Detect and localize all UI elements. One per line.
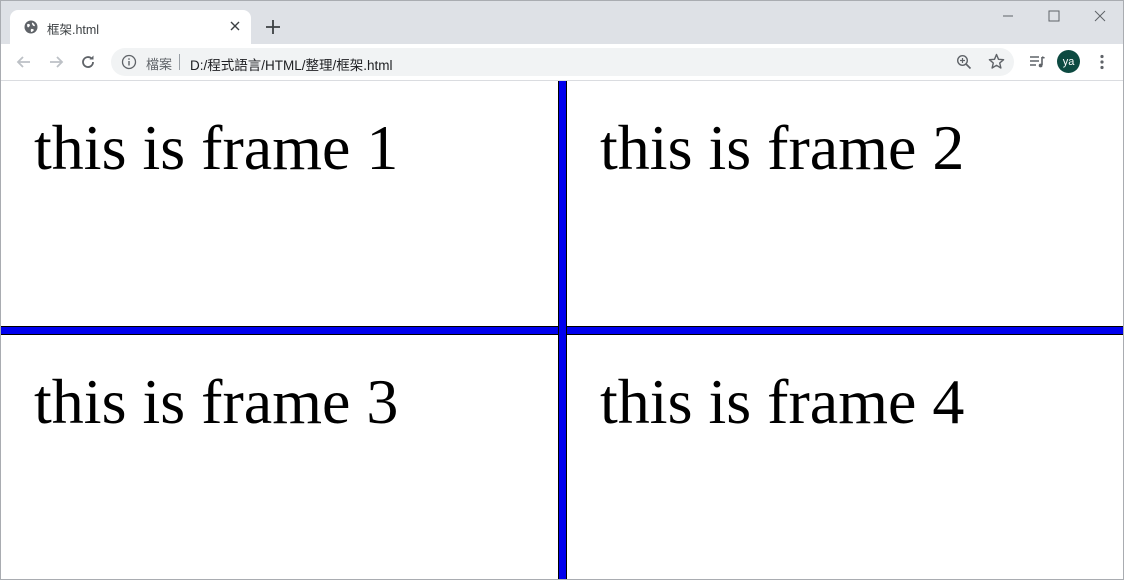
- maximize-icon[interactable]: [1045, 7, 1063, 25]
- browser-tab[interactable]: 框架.html: [10, 10, 251, 44]
- frame-1: this is frame 1: [1, 81, 558, 326]
- frameset: this is frame 1 this is frame 2 this is …: [1, 81, 1123, 579]
- frame-1-text: this is frame 1: [34, 112, 399, 183]
- browser-window: 框架.html 檔案 D:/程式語言/HTML/整理/框架.html ya th…: [0, 0, 1124, 580]
- forward-icon[interactable]: [46, 52, 66, 72]
- frame-3-text: this is frame 3: [34, 366, 399, 437]
- frame-3: this is frame 3: [1, 335, 558, 579]
- frame-4-text: this is frame 4: [600, 366, 965, 437]
- tab-strip: 框架.html: [1, 1, 1123, 44]
- minimize-icon[interactable]: [999, 7, 1017, 25]
- media-icon[interactable]: [1027, 52, 1047, 72]
- frame-2-text: this is frame 2: [600, 112, 965, 183]
- frame-4: this is frame 4: [567, 335, 1123, 579]
- globe-icon: [24, 20, 38, 34]
- scheme-divider: [179, 54, 180, 70]
- vertical-frame-border-fill: [559, 81, 566, 579]
- info-icon[interactable]: [121, 54, 137, 70]
- tab-title: 框架.html: [47, 23, 100, 37]
- vertical-frame-border[interactable]: [558, 81, 567, 579]
- reload-icon[interactable]: [78, 52, 98, 72]
- menu-icon[interactable]: [1092, 52, 1112, 72]
- scheme-label: 檔案: [146, 57, 173, 72]
- toolbar: 檔案 D:/程式語言/HTML/整理/框架.html ya: [1, 44, 1123, 81]
- frame-2: this is frame 2: [567, 81, 1123, 326]
- url-text[interactable]: D:/程式語言/HTML/整理/框架.html: [190, 54, 393, 74]
- back-icon[interactable]: [14, 52, 34, 72]
- plus-icon[interactable]: [263, 17, 283, 37]
- close-icon[interactable]: [227, 18, 243, 34]
- zoom-icon[interactable]: [956, 54, 972, 70]
- star-icon[interactable]: [988, 53, 1005, 70]
- window-close-icon[interactable]: [1091, 7, 1109, 25]
- avatar[interactable]: ya: [1057, 50, 1080, 73]
- address-bar[interactable]: 檔案 D:/程式語言/HTML/整理/框架.html: [111, 48, 1014, 76]
